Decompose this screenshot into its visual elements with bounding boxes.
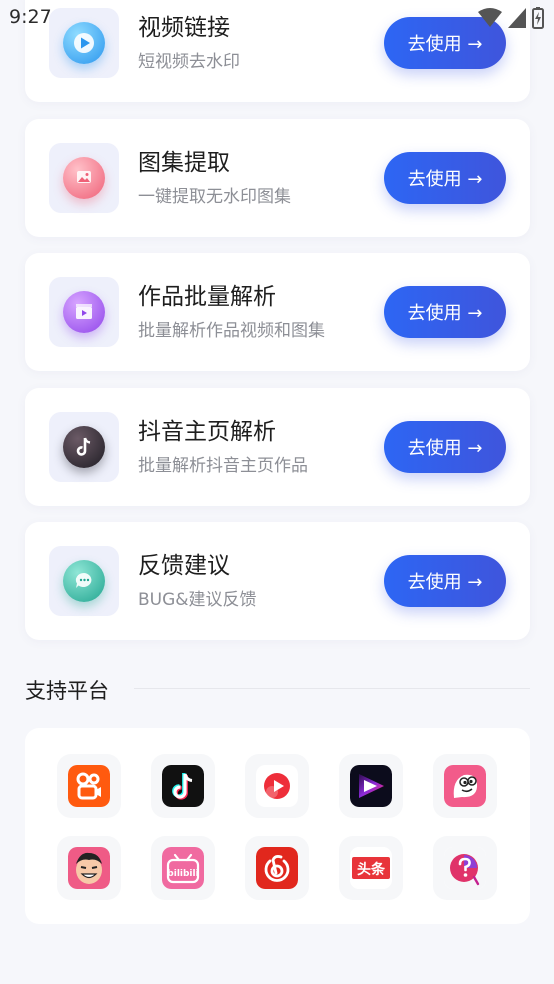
- use-button-feedback[interactable]: 去使用 →: [384, 555, 506, 607]
- platform-douyin[interactable]: [151, 754, 215, 818]
- platform-watermelon-video[interactable]: [339, 754, 403, 818]
- platform-pipixia[interactable]: [433, 754, 497, 818]
- netease-music-logo-icon: [256, 847, 298, 889]
- feature-card-batch-parse: 作品批量解析 批量解析作品视频和图集 去使用 →: [25, 253, 530, 371]
- question-app-logo-icon: [444, 847, 486, 889]
- wifi-icon: [478, 8, 502, 32]
- platform-question-app[interactable]: [433, 836, 497, 900]
- section-divider: [134, 688, 530, 689]
- use-button-batch-parse[interactable]: 去使用 →: [384, 286, 506, 338]
- platform-zuiyou[interactable]: [57, 836, 121, 900]
- platform-red-play[interactable]: [245, 754, 309, 818]
- platform-kuaishou[interactable]: [57, 754, 121, 818]
- feature-card-gallery-extract: 图集提取 一键提取无水印图集 去使用 →: [25, 119, 530, 237]
- card-subtitle: BUG&建议反馈: [138, 590, 257, 610]
- use-button-douyin-profile[interactable]: 去使用 →: [384, 421, 506, 473]
- douyin-note-icon: [63, 426, 105, 468]
- feedback-chat-icon: [63, 560, 105, 602]
- card-subtitle: 批量解析作品视频和图集: [138, 321, 325, 341]
- bilibili-logo-icon: bilibili: [162, 847, 204, 889]
- batch-clapper-icon: [63, 291, 105, 333]
- kuaishou-logo-icon: [68, 765, 110, 807]
- icon-box: [49, 546, 119, 616]
- platform-bilibili[interactable]: bilibili: [151, 836, 215, 900]
- platform-panel: bilibili 头条: [25, 728, 530, 924]
- card-title: 作品批量解析: [138, 284, 276, 310]
- use-button-gallery-extract[interactable]: 去使用 →: [384, 152, 506, 204]
- section-title-platforms: 支持平台: [25, 679, 109, 703]
- status-bar: 9:27: [0, 0, 554, 36]
- icon-box: [49, 277, 119, 347]
- watermelon-video-logo-icon: [350, 765, 392, 807]
- platform-toutiao[interactable]: 头条: [339, 836, 403, 900]
- card-title: 图集提取: [138, 150, 230, 176]
- pipixia-logo-icon: [444, 765, 486, 807]
- icon-box: [49, 143, 119, 213]
- red-play-logo-icon: [256, 765, 298, 807]
- toutiao-logo-icon: 头条: [350, 847, 392, 889]
- zuiyou-logo-icon: [68, 847, 110, 889]
- card-subtitle: 批量解析抖音主页作品: [138, 456, 308, 476]
- feature-card-feedback: 反馈建议 BUG&建议反馈 去使用 →: [25, 522, 530, 640]
- svg-text:头条: 头条: [357, 861, 386, 878]
- card-title: 抖音主页解析: [138, 419, 276, 445]
- feature-card-douyin-profile: 抖音主页解析 批量解析抖音主页作品 去使用 →: [25, 388, 530, 506]
- platform-netease-music[interactable]: [245, 836, 309, 900]
- svg-text:bilibili: bilibili: [167, 869, 198, 879]
- card-subtitle: 一键提取无水印图集: [138, 187, 291, 207]
- icon-box: [49, 412, 119, 482]
- cellular-signal-icon: [508, 8, 526, 32]
- battery-charging-icon: [532, 7, 544, 33]
- image-gallery-icon: [63, 157, 105, 199]
- douyin-logo-icon: [162, 765, 204, 807]
- status-icons: [478, 7, 544, 33]
- status-time: 9:27: [9, 6, 52, 28]
- card-title: 反馈建议: [138, 553, 230, 579]
- card-subtitle: 短视频去水印: [138, 52, 240, 72]
